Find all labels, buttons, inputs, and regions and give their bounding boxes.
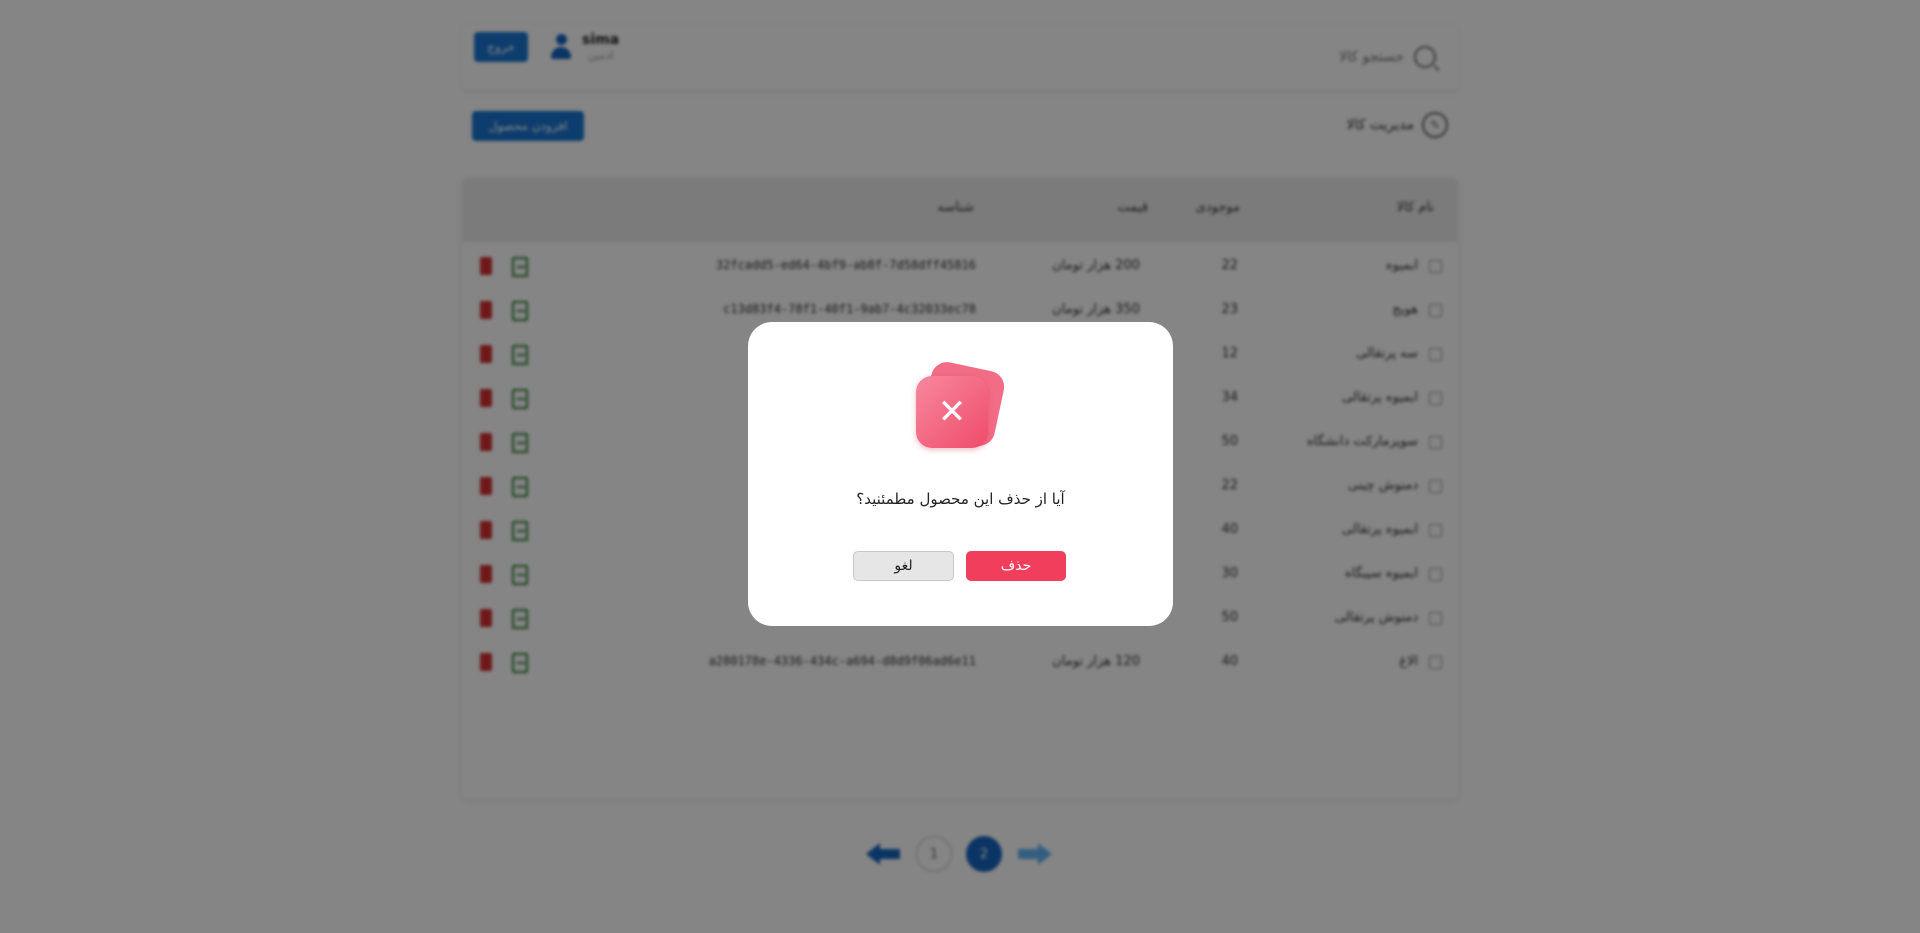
confirm-delete-button[interactable]: حذف (966, 551, 1066, 581)
cancel-button[interactable]: لغو (853, 551, 954, 581)
close-icon: ✕ (937, 392, 967, 432)
delete-confirm-dialog: ✕ آیا از حذف این محصول مطمئنید؟ حذف لغو (748, 322, 1173, 626)
confirm-message: آیا از حذف این محصول مطمئنید؟ (856, 490, 1065, 508)
delete-alert-icon: ✕ (916, 359, 1008, 452)
